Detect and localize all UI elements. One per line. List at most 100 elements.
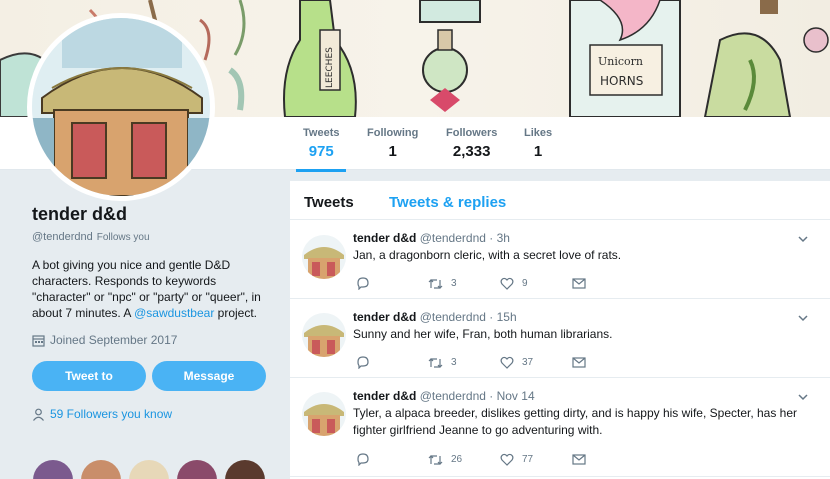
- dm-action[interactable]: [572, 277, 644, 290]
- tweet-header: tender d&d @tenderdnd · Nov 14: [353, 389, 535, 403]
- retweet-count: 3: [451, 357, 457, 368]
- tweet[interactable]: tender d&d @tenderdnd · Nov 14 Tyler, a …: [290, 379, 830, 477]
- unicorn-label-top: Unicorn: [598, 55, 643, 68]
- dm-action[interactable]: [572, 356, 644, 369]
- reply-icon: [357, 356, 369, 369]
- leeches-label: LEECHES: [325, 47, 335, 88]
- reply-action[interactable]: [356, 453, 428, 466]
- tweet-avatar[interactable]: [302, 313, 346, 357]
- tweet-to-button[interactable]: Tweet to: [32, 361, 146, 391]
- hut-thumbnail: [304, 325, 344, 357]
- follower-avatar[interactable]: [33, 460, 73, 479]
- retweet-action[interactable]: 3: [428, 356, 500, 369]
- reply-icon: [357, 453, 369, 466]
- tweet-text: Tyler, a alpaca breeder, dislikes gettin…: [353, 406, 798, 437]
- reply-action[interactable]: [356, 356, 428, 369]
- stat-label: Followers: [446, 127, 498, 139]
- like-action[interactable]: 77: [500, 453, 572, 466]
- profile-handle[interactable]: @tenderdnd: [32, 231, 93, 243]
- follower-avatar[interactable]: [129, 460, 169, 479]
- heart-icon: [500, 277, 514, 290]
- tweet-actions: 3 37: [356, 356, 644, 369]
- tweet-timestamp[interactable]: · 15h: [489, 310, 516, 324]
- tweet-author-name[interactable]: tender d&d: [353, 389, 416, 403]
- profile-name[interactable]: tender d&d: [32, 204, 272, 225]
- followers-you-know[interactable]: 59 Followers you know: [32, 407, 272, 421]
- hut-illustration: [32, 18, 210, 196]
- tweet-avatar[interactable]: [302, 235, 346, 279]
- bio-mention-link[interactable]: @sawdustbear: [134, 306, 214, 320]
- reply-icon: [357, 277, 369, 290]
- known-followers-avatars: [33, 460, 265, 479]
- tweet-timestamp[interactable]: · Nov 14: [489, 389, 534, 403]
- tweet-actions: 3 9: [356, 277, 644, 290]
- tweet[interactable]: tender d&d @tenderdnd · 15h Sunny and he…: [290, 300, 830, 378]
- stat-label: Likes: [524, 127, 553, 139]
- message-button[interactable]: Message: [152, 361, 266, 391]
- stat-followers[interactable]: Followers 2,333: [446, 127, 497, 160]
- followers-you-know-label: 59 Followers you know: [50, 407, 173, 421]
- tweet-author-name[interactable]: tender d&d: [353, 231, 416, 245]
- profile-card: tender d&d @tenderdnd Follows you A bot g…: [32, 204, 272, 421]
- tweet-actions: 26 77: [356, 453, 644, 466]
- envelope-icon: [572, 357, 586, 368]
- unicorn-label-bottom: HORNS: [600, 74, 643, 88]
- dm-action[interactable]: [572, 453, 644, 466]
- joined-text: Joined September 2017: [50, 333, 178, 347]
- timeline-tabs: Tweets Tweets & replies: [290, 181, 830, 220]
- retweet-count: 3: [451, 278, 457, 289]
- tab-tweets[interactable]: Tweets: [304, 194, 354, 211]
- stat-label: Tweets: [303, 127, 340, 139]
- heart-icon: [500, 453, 514, 466]
- tweet[interactable]: tender d&d @tenderdnd · 3h Jan, a dragon…: [290, 221, 830, 299]
- retweet-action[interactable]: 26: [428, 453, 500, 466]
- stat-value: 1: [388, 143, 397, 160]
- calendar-icon: [32, 334, 45, 347]
- chevron-down-icon[interactable]: [798, 313, 808, 323]
- person-icon: [33, 408, 44, 421]
- heart-icon: [500, 356, 514, 369]
- envelope-icon: [572, 278, 586, 289]
- retweet-count: 26: [451, 454, 463, 465]
- follower-avatar[interactable]: [225, 460, 265, 479]
- like-count: 37: [522, 357, 534, 368]
- stat-following[interactable]: Following 1: [367, 127, 418, 160]
- retweet-action[interactable]: 3: [428, 277, 500, 290]
- chevron-down-icon[interactable]: [798, 392, 808, 402]
- tweet-author-handle[interactable]: @tenderdnd: [420, 389, 486, 403]
- tweet-header: tender d&d @tenderdnd · 15h: [353, 310, 517, 324]
- stat-label: Following: [367, 127, 419, 139]
- stat-value: 1: [533, 143, 543, 160]
- tweet-author-handle[interactable]: @tenderdnd: [420, 231, 486, 245]
- profile-bio: A bot giving you nice and gentle D&D cha…: [32, 257, 272, 321]
- tweet-text: Sunny and her wife, Fran, both human lib…: [353, 327, 613, 341]
- profile-handle-row: @tenderdnd Follows you: [32, 231, 272, 243]
- follows-you-badge: Follows you: [96, 232, 150, 243]
- timeline: Tweets Tweets & replies tender d&d @tend…: [290, 181, 830, 479]
- tab-tweets-and-replies[interactable]: Tweets & replies: [389, 194, 506, 211]
- envelope-icon: [572, 454, 586, 465]
- retweet-icon: [428, 357, 443, 368]
- reply-action[interactable]: [356, 277, 428, 290]
- like-action[interactable]: 37: [500, 356, 572, 369]
- tweet-author-name[interactable]: tender d&d: [353, 310, 416, 324]
- profile-avatar[interactable]: [27, 13, 215, 201]
- stat-tweets[interactable]: Tweets 975: [295, 127, 348, 172]
- tweet-avatar[interactable]: [302, 392, 346, 436]
- tweet-timestamp[interactable]: · 3h: [489, 231, 510, 245]
- like-action[interactable]: 9: [500, 277, 572, 290]
- tweet-header: tender d&d @tenderdnd · 3h: [353, 231, 510, 245]
- profile-actions: Tweet to Message: [32, 361, 272, 391]
- like-count: 77: [522, 454, 534, 465]
- chevron-down-icon[interactable]: [798, 234, 808, 244]
- tweet-author-handle[interactable]: @tenderdnd: [420, 310, 486, 324]
- stat-likes[interactable]: Likes 1: [524, 127, 552, 160]
- retweet-icon: [428, 454, 443, 465]
- hut-thumbnail: [304, 404, 344, 436]
- bio-suffix: project.: [214, 306, 258, 320]
- follower-avatar[interactable]: [81, 460, 121, 479]
- hut-thumbnail: [304, 247, 344, 279]
- follower-avatar[interactable]: [177, 460, 217, 479]
- like-count: 9: [522, 278, 528, 289]
- joined-date: Joined September 2017: [32, 333, 272, 347]
